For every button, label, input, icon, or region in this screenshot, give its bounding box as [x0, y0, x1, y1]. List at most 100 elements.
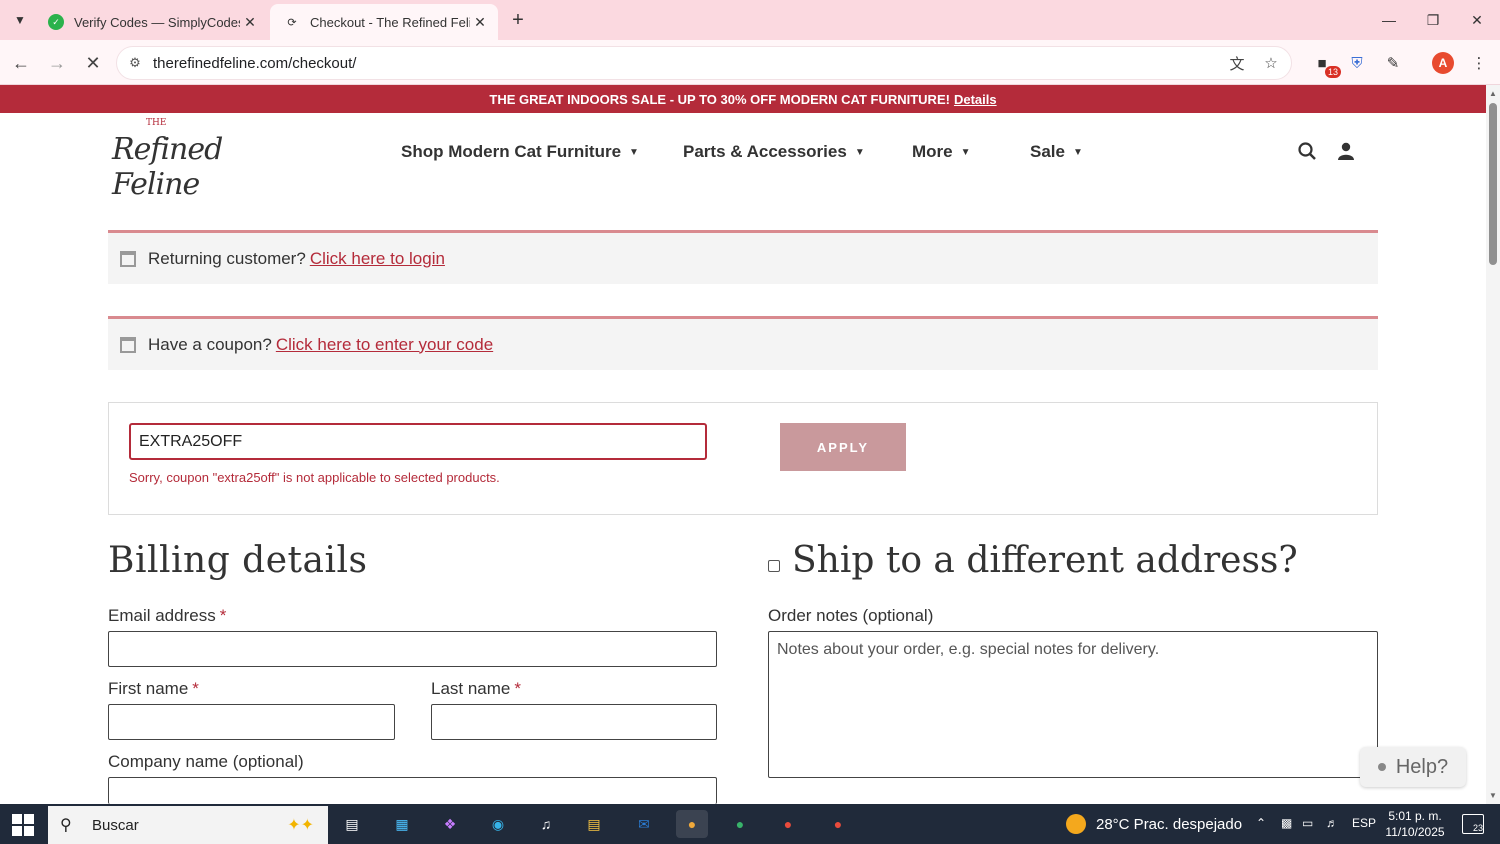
edge-icon[interactable]: ◉ [482, 810, 514, 838]
chrome-profile-y-icon[interactable]: ● [724, 810, 756, 838]
notifications-icon[interactable]: 23 [1462, 814, 1484, 834]
forward-icon[interactable]: → [44, 50, 70, 76]
windows-taskbar: ⚲ Buscar ✦✦ ▤ ▦ ❖ ◉ ♫ ▤ ✉ ● ● ● ● 28°C P… [0, 804, 1500, 844]
promo-text: THE GREAT INDOORS SALE - UP TO 30% OFF M… [489, 91, 950, 107]
coupon-code-input[interactable] [129, 423, 707, 460]
volume-icon[interactable]: ♬ [1326, 816, 1338, 830]
scroll-down-icon[interactable]: ▼ [1489, 791, 1497, 800]
help-button[interactable]: Help? [1360, 747, 1466, 787]
translate-icon[interactable]: 文 [1223, 49, 1251, 77]
last-name-label: Last name * [431, 679, 521, 699]
tab-title: Checkout - The Refined Feline [310, 14, 470, 30]
label-text: Email address [108, 606, 216, 625]
bookmark-star-icon[interactable]: ☆ [1257, 49, 1285, 77]
taskbar-search[interactable]: ⚲ Buscar ✦✦ [48, 806, 328, 844]
close-tab-icon[interactable]: ✕ [470, 12, 490, 32]
promo-details-link[interactable]: Details [954, 92, 997, 107]
nav-sale[interactable]: Sale ▼ [1030, 140, 1083, 164]
label-text: Last name [431, 679, 511, 698]
first-name-field[interactable] [108, 704, 395, 740]
account-icon[interactable] [1335, 140, 1357, 162]
tab-checkout[interactable]: ⟳ Checkout - The Refined Feline ✕ [270, 4, 498, 40]
nav-label: Shop Modern Cat Furniture [401, 142, 622, 161]
email-field[interactable] [108, 631, 717, 667]
last-name-field[interactable] [431, 704, 717, 740]
clock-date: 11/10/2025 [1385, 825, 1445, 839]
close-window-icon[interactable]: ✕ [1462, 6, 1492, 34]
apply-coupon-button[interactable]: APPLY [780, 423, 906, 471]
chevron-down-icon: ▼ [629, 146, 639, 158]
first-name-label: First name * [108, 679, 199, 699]
clock-time: 5:01 p. m. [1388, 809, 1442, 823]
store-icon[interactable]: ▦ [386, 810, 418, 838]
tab-simplycodes[interactable]: ✓ Verify Codes — SimplyCodes ✕ [34, 4, 268, 40]
weather-sun-icon [1066, 814, 1086, 834]
network-icon[interactable]: ▭ [1302, 816, 1313, 830]
task-view-icon[interactable]: ▤ [336, 810, 368, 838]
minimize-icon[interactable]: — [1374, 6, 1404, 34]
close-tab-icon[interactable]: ✕ [240, 12, 260, 32]
coupon-notice: Have a coupon? Click here to enter your … [108, 316, 1378, 370]
search-icon: ⚲ [60, 817, 72, 834]
taskbar-search-text: Buscar [92, 816, 139, 834]
notice-text: Have a coupon? [148, 334, 272, 354]
company-field[interactable] [108, 777, 717, 804]
browser-toolbar: ← → ✕ ⚙ therefinedfeline.com/checkout/ 文… [0, 40, 1500, 85]
site-info-icon[interactable]: ⚙ [125, 53, 145, 73]
enter-coupon-link[interactable]: Click here to enter your code [276, 335, 493, 355]
scrollbar-thumb[interactable] [1489, 103, 1497, 265]
billing-heading: Billing details [108, 540, 368, 581]
company-label: Company name (optional) [108, 752, 304, 772]
logo-the: THE [146, 118, 167, 128]
chrome-profile-a-icon[interactable]: ● [676, 810, 708, 838]
chrome-profile-m2-icon[interactable]: ● [822, 810, 854, 838]
site-logo[interactable]: THE Refined Feline [108, 118, 248, 202]
ship-different-toggle[interactable]: Ship to a different address? [768, 540, 1298, 581]
tab-search-chevron-icon[interactable]: ▼ [8, 8, 32, 32]
label-text: Order notes (optional) [768, 606, 934, 625]
page-scrollbar[interactable]: ▲ ▼ [1486, 85, 1500, 804]
login-link[interactable]: Click here to login [310, 249, 445, 269]
order-notes-textarea[interactable] [768, 631, 1378, 778]
tiktok-icon[interactable]: ♫ [530, 810, 562, 838]
chevron-down-icon: ▼ [854, 146, 865, 158]
nav-more[interactable]: More ▼ [912, 140, 971, 164]
scroll-up-icon[interactable]: ▲ [1489, 89, 1497, 98]
search-icon[interactable] [1296, 140, 1318, 162]
nav-label: Parts & Accessories [683, 142, 847, 161]
windows-start-icon[interactable] [12, 814, 34, 836]
coupon-form: APPLY Sorry, coupon "extra25off" is not … [108, 402, 1378, 515]
extensions-puzzle-icon[interactable]: ✎ [1380, 50, 1406, 76]
ship-different-checkbox[interactable] [768, 559, 780, 572]
stop-loading-icon[interactable]: ✕ [80, 50, 106, 76]
nav-shop-modern-cat-furniture[interactable]: Shop Modern Cat Furniture ▼ [401, 140, 639, 164]
extension-icon[interactable]: ■ 13 [1309, 50, 1341, 78]
url-text[interactable]: therefinedfeline.com/checkout/ [153, 55, 1223, 72]
shield-extension-icon[interactable]: ⛨ [1344, 50, 1370, 76]
weather-widget[interactable]: 28°C Prac. despejado [1066, 814, 1242, 834]
restore-icon[interactable]: ❐ [1418, 6, 1448, 34]
label-text: First name [108, 679, 189, 698]
browser-menu-icon[interactable]: ⋮ [1466, 50, 1492, 76]
help-label: Help? [1395, 755, 1449, 778]
chrome-profile-m-icon[interactable]: ● [772, 810, 804, 838]
simplycodes-favicon-icon: ✓ [48, 14, 64, 30]
loading-favicon-icon: ⟳ [287, 16, 297, 29]
order-notes-label: Order notes (optional) [768, 606, 933, 626]
show-hidden-icons-icon[interactable]: ⌃ [1256, 816, 1266, 830]
copilot-icon[interactable]: ❖ [434, 810, 466, 838]
meet-icon[interactable]: ▩ [1281, 816, 1292, 830]
notification-count: 23 [1472, 823, 1483, 833]
outlook-icon[interactable]: ✉ [628, 810, 660, 838]
back-icon[interactable]: ← [8, 50, 34, 76]
taskbar-clock[interactable]: 5:01 p. m. 11/10/2025 [1380, 808, 1450, 840]
browser-tab-strip: ▼ ✓ Verify Codes — SimplyCodes ✕ ⟳ Check… [0, 0, 1500, 40]
required-mark: * [192, 679, 199, 698]
new-tab-button[interactable]: + [506, 8, 530, 32]
address-bar[interactable]: ⚙ therefinedfeline.com/checkout/ 文 ☆ [116, 46, 1292, 80]
file-explorer-icon[interactable]: ▤ [578, 810, 610, 838]
profile-avatar[interactable]: A [1432, 52, 1454, 74]
nav-parts-accessories[interactable]: Parts & Accessories ▼ [683, 140, 865, 164]
email-label: Email address * [108, 606, 226, 626]
language-indicator[interactable]: ESP [1352, 816, 1376, 830]
